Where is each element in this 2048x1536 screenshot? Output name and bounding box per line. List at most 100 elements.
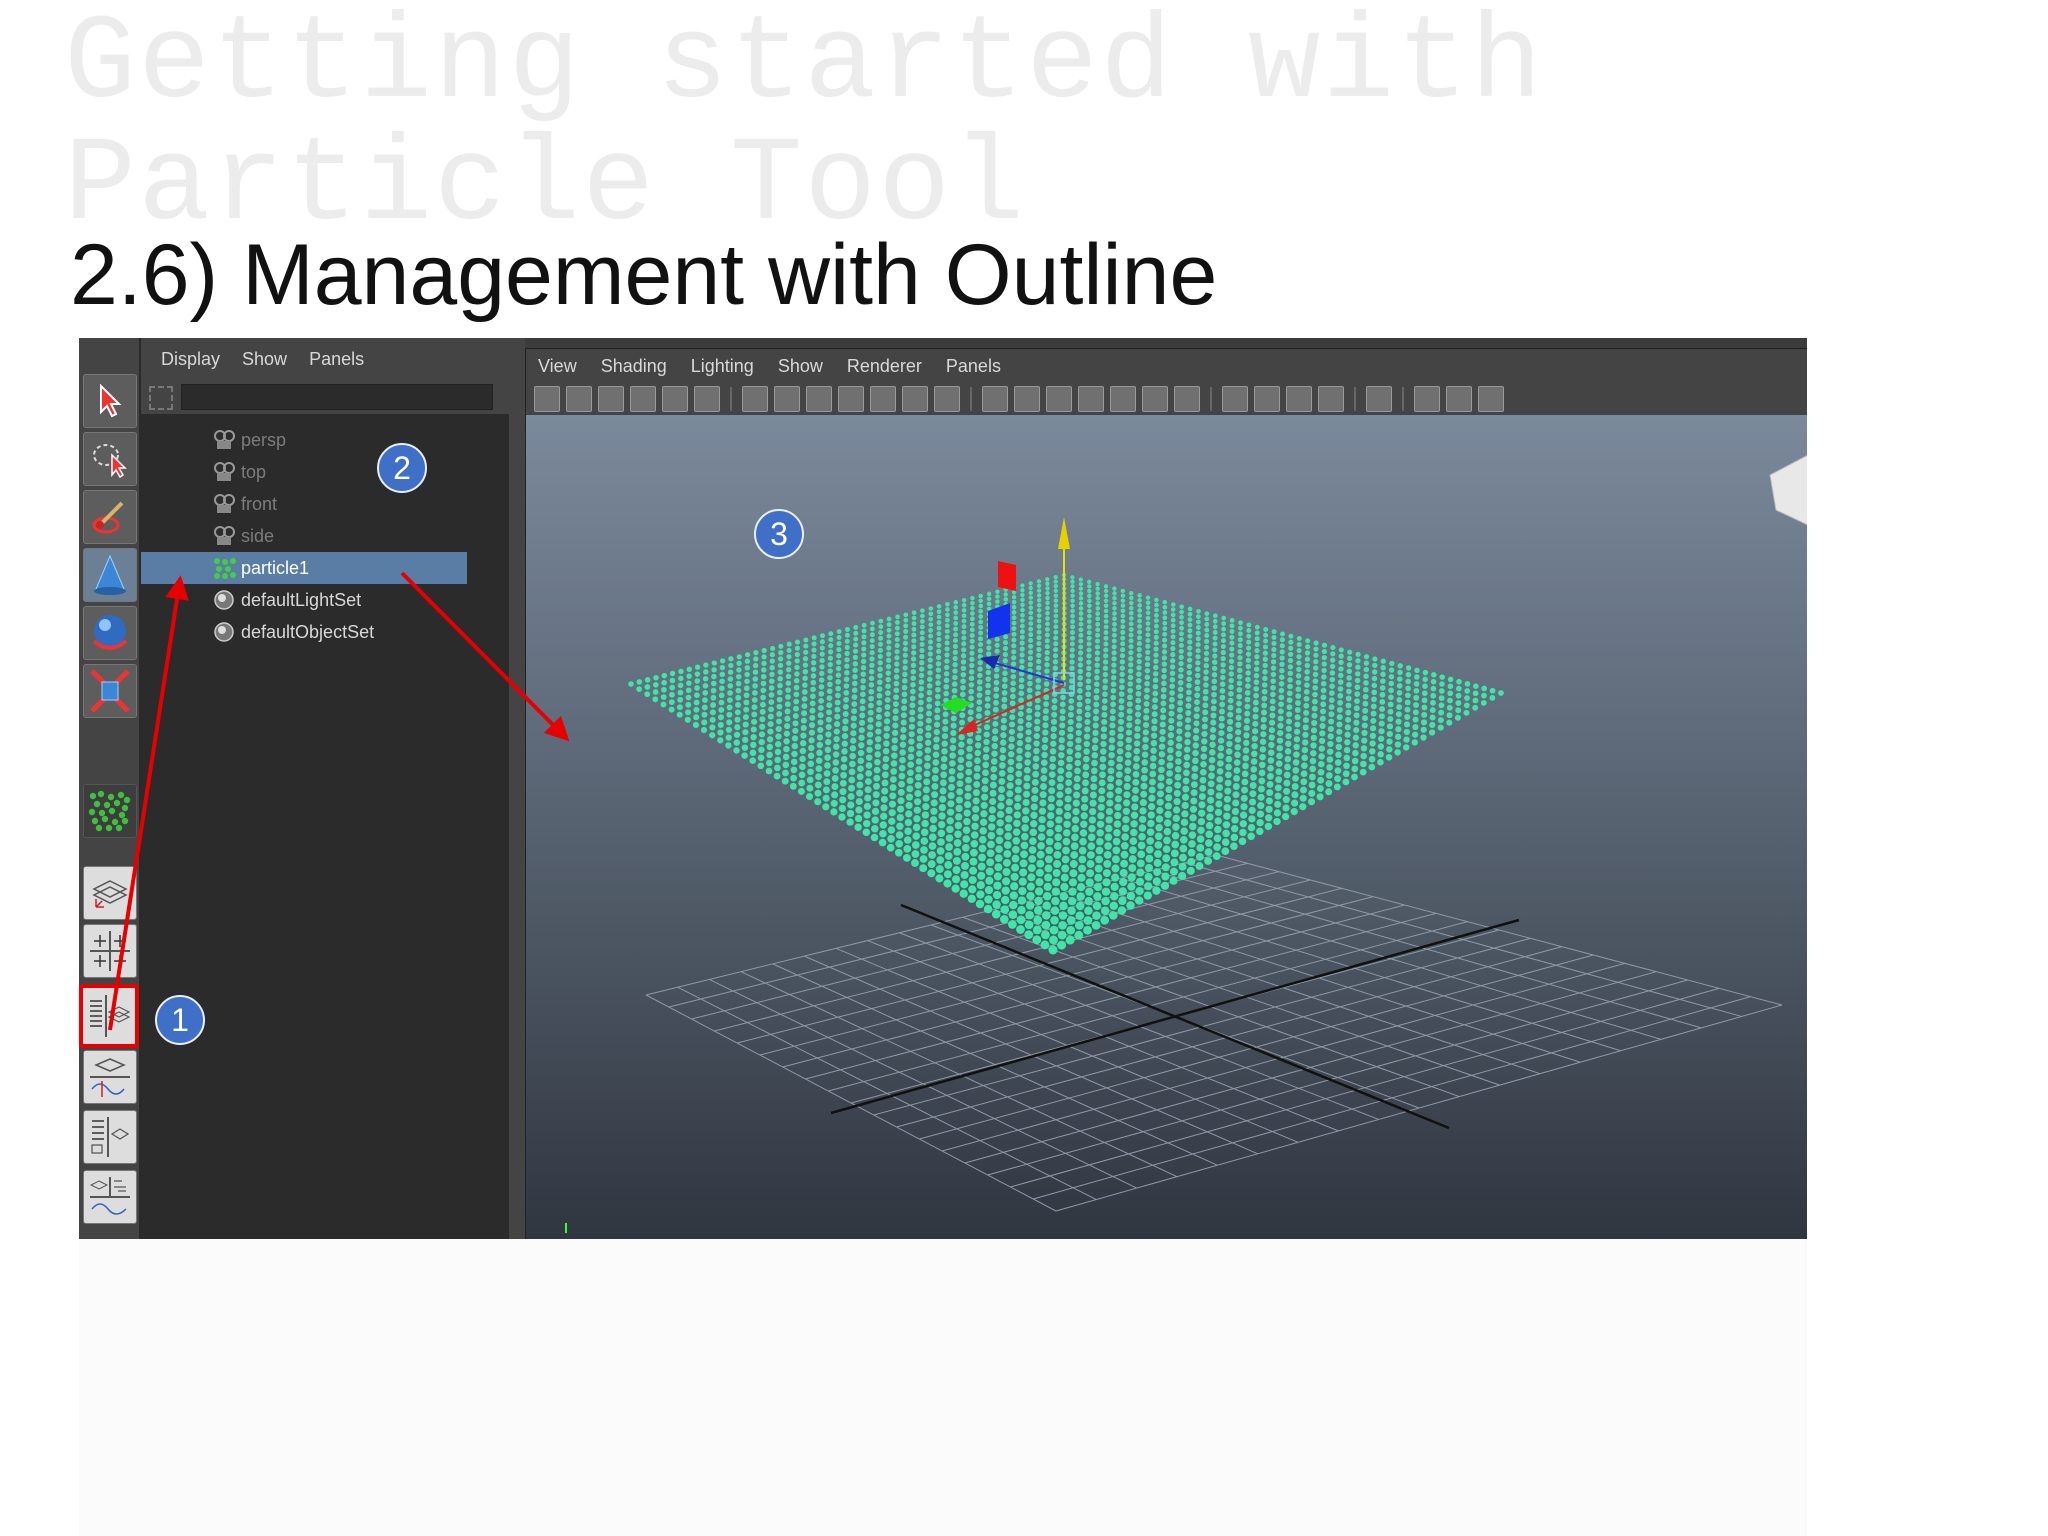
grease-pencil-icon[interactable] (694, 386, 720, 412)
outliner-menu-show[interactable]: Show (242, 349, 287, 370)
viewport-menu-lighting[interactable]: Lighting (691, 356, 754, 377)
outliner-item-front[interactable]: front (141, 488, 467, 520)
filter-icon[interactable] (149, 386, 173, 410)
particle (919, 641, 925, 647)
particle (988, 806, 996, 814)
isolate-select-icon[interactable] (1366, 386, 1392, 412)
film-gate-icon[interactable] (774, 386, 800, 412)
particle (718, 699, 725, 706)
xray-joints-icon[interactable] (1414, 386, 1440, 412)
particle (960, 880, 969, 889)
safe-title-icon[interactable] (934, 386, 960, 412)
particle (1359, 768, 1367, 776)
image-plane-icon[interactable] (630, 386, 656, 412)
particle (856, 789, 864, 797)
move-manipulator-plane-handle[interactable] (998, 561, 1016, 591)
particle (1246, 645, 1252, 651)
particle (1214, 817, 1222, 825)
move-manipulator-y-handle[interactable] (1058, 517, 1070, 549)
particle (1117, 906, 1127, 915)
single-pane-layout-icon[interactable] (83, 866, 137, 920)
particle (884, 718, 891, 725)
depth-of-field-icon[interactable] (1318, 386, 1344, 412)
four-pane-layout-icon[interactable] (83, 924, 137, 978)
camera-select-icon[interactable] (534, 386, 560, 412)
lasso-tool-icon[interactable] (83, 432, 137, 486)
particle (1005, 815, 1013, 823)
move-tool-icon[interactable] (83, 548, 137, 602)
hypershade-layout-icon[interactable] (83, 1110, 137, 1164)
screen-space-ao-icon[interactable] (1222, 386, 1248, 412)
2d-pan-zoom-icon[interactable] (662, 386, 688, 412)
particle (842, 725, 849, 732)
outliner-item-defaultlightset[interactable]: defaultLightSet (141, 584, 467, 616)
motion-blur-icon[interactable] (1254, 386, 1280, 412)
resolution-gate-icon[interactable] (806, 386, 832, 412)
particle (794, 651, 800, 658)
particle (1092, 729, 1099, 737)
particle (1087, 579, 1092, 584)
particle (1239, 820, 1247, 828)
persp-graph-outliner-layout-icon[interactable] (83, 1170, 137, 1224)
persp-graph-layout-icon[interactable] (83, 1050, 137, 1104)
particle (1205, 821, 1214, 830)
scale-tool-icon[interactable] (83, 664, 137, 718)
particle (1153, 859, 1162, 867)
multisample-aa-icon[interactable] (1286, 386, 1312, 412)
particle (1059, 892, 1069, 901)
grid-icon[interactable] (742, 386, 768, 412)
viewport-menu-show[interactable]: Show (778, 356, 823, 377)
outliner-menu-display[interactable]: Display (161, 349, 220, 370)
particle (1011, 637, 1017, 643)
particle (1053, 641, 1059, 647)
viewport-scene[interactable] (526, 415, 1807, 1239)
camera-attributes-icon[interactable] (566, 386, 592, 412)
particle (1020, 618, 1025, 623)
wireframe-icon[interactable] (982, 386, 1008, 412)
particle (1018, 886, 1027, 896)
smooth-shade-icon[interactable] (1014, 386, 1040, 412)
gate-mask-icon[interactable] (838, 386, 864, 412)
safe-action-icon[interactable] (902, 386, 928, 412)
panel-divider[interactable] (509, 338, 525, 1239)
particle (1011, 604, 1017, 610)
particle (1328, 718, 1335, 725)
particle (1377, 743, 1385, 750)
xray-icon[interactable] (1078, 386, 1104, 412)
shadows-icon[interactable] (1174, 386, 1200, 412)
outliner-item-side[interactable]: side (141, 520, 467, 552)
particle-tool-icon[interactable] (83, 784, 137, 838)
particle (988, 814, 996, 823)
particle (1161, 674, 1167, 680)
viewport-menu-shading[interactable]: Shading (601, 356, 667, 377)
paint-tool-icon[interactable] (83, 490, 137, 544)
outliner-persp-layout-icon[interactable] (79, 984, 139, 1048)
use-all-lights-icon[interactable] (1142, 386, 1168, 412)
textured-icon[interactable] (1110, 386, 1136, 412)
outliner-item-defaultobjectset[interactable]: defaultObjectSet (141, 616, 467, 648)
particle (1106, 783, 1114, 791)
select-tool-icon[interactable] (83, 374, 137, 428)
wireframe-on-shaded-icon[interactable] (1046, 386, 1072, 412)
viewport-menu-view[interactable]: View (538, 356, 577, 377)
particle (1101, 711, 1108, 718)
field-chart-icon[interactable] (870, 386, 896, 412)
view-cube[interactable] (1769, 454, 1807, 526)
particle (949, 744, 957, 752)
outliner-item-particle1[interactable]: particle1 (141, 552, 467, 584)
particle (902, 671, 908, 678)
outliner-search-input[interactable] (181, 384, 493, 410)
particle (1053, 842, 1062, 850)
rotate-tool-icon[interactable] (83, 606, 137, 660)
xray-active-components-icon[interactable] (1446, 386, 1472, 412)
viewport-menu-renderer[interactable]: Renderer (847, 356, 922, 377)
particle (1094, 873, 1103, 882)
bookmarks-icon[interactable] (598, 386, 624, 412)
outliner-menu-panels[interactable]: Panels (309, 349, 364, 370)
particle (1028, 610, 1034, 616)
viewport-menu-panels[interactable]: Panels (946, 356, 1001, 377)
share-icon[interactable] (1478, 386, 1504, 412)
particle (1220, 662, 1226, 668)
particle (801, 703, 808, 710)
particle (926, 689, 933, 696)
